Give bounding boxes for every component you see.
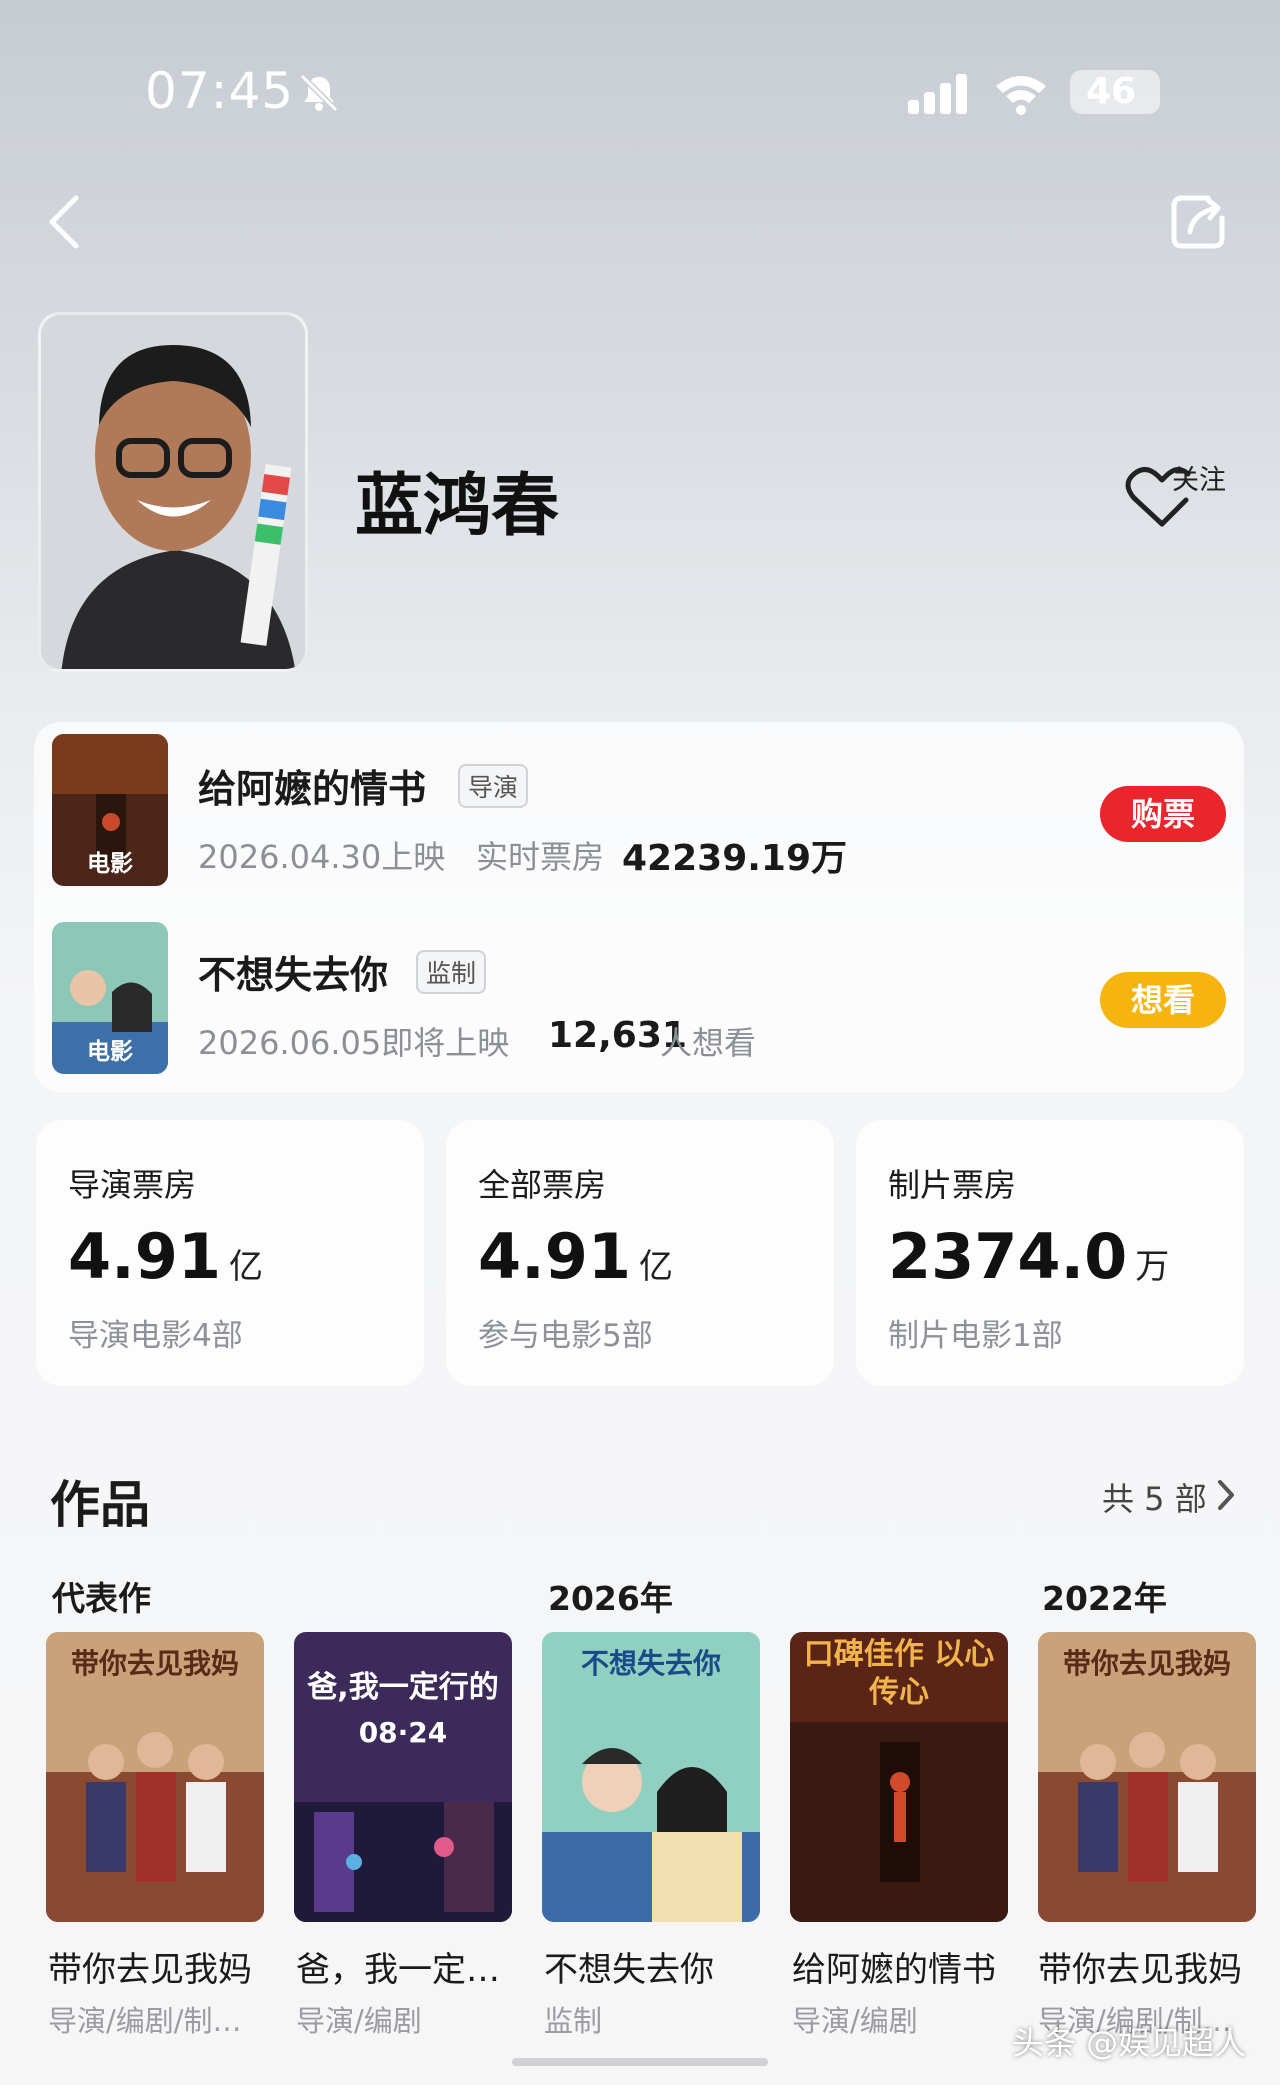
follow-button[interactable]: 关注: [1172, 458, 1226, 497]
film-thumbnail[interactable]: 电影: [52, 922, 168, 1074]
work-title[interactable]: 不想失去你: [544, 1942, 774, 1991]
film-title[interactable]: 给阿嬷的情书: [198, 758, 426, 813]
stat-value-row: 4.91 亿: [68, 1220, 263, 1293]
work-role: 导演/编剧: [792, 2004, 918, 2038]
work-title[interactable]: 爸，我一定…: [296, 1942, 526, 1991]
stat-card-production-box-office[interactable]: 制片票房 2374.0 万 制片电影1部: [856, 1120, 1244, 1386]
stat-card-director-box-office[interactable]: 导演票房 4.91 亿 导演电影4部: [36, 1120, 424, 1386]
stat-subtitle: 导演电影4部: [68, 1318, 243, 1354]
poster-title-art: 口碑佳作 以心传心: [803, 1637, 995, 1710]
work-role: 导演/编剧/制…: [48, 2004, 242, 2038]
home-indicator[interactable]: [512, 2058, 768, 2066]
work-role: 导演/编剧: [296, 2004, 422, 2038]
works-group-label: 2026年: [548, 1579, 673, 1618]
signal-icon: [908, 74, 967, 114]
stat-card-total-box-office[interactable]: 全部票房 4.91 亿 参与电影5部: [446, 1120, 834, 1386]
stat-value: 4.91: [478, 1220, 631, 1293]
stat-unit: 亿: [638, 1247, 673, 1287]
works-count-link[interactable]: 共 5 部: [1102, 1474, 1207, 1520]
stat-value-row: 2374.0 万: [888, 1220, 1169, 1293]
film-poster[interactable]: 不想失去你: [542, 1632, 760, 1922]
film-poster[interactable]: 口碑佳作 以心传心: [790, 1632, 1008, 1922]
stat-unit: 亿: [228, 1247, 263, 1287]
wifi-icon: [996, 76, 1046, 115]
works-section-title: 作品: [50, 1476, 150, 1534]
stat-value-row: 4.91 亿: [478, 1220, 673, 1293]
stat-unit: 万: [1135, 1247, 1170, 1287]
stat-value: 2374.0: [888, 1220, 1128, 1293]
film-poster[interactable]: 带你去见我妈: [1038, 1632, 1256, 1922]
box-office-label: 实时票房: [476, 838, 605, 876]
bell-muted-icon: [299, 73, 339, 113]
battery-level: 46: [1085, 71, 1137, 112]
stat-label: 全部票房: [478, 1166, 607, 1204]
work-role: 监制: [544, 2004, 603, 2038]
watermark: 头条 @娱见超人: [1012, 2024, 1247, 2062]
share-icon[interactable]: [1168, 192, 1228, 252]
film-poster[interactable]: 带你去见我妈: [46, 1632, 264, 1922]
film-role-badge: 监制: [416, 950, 487, 994]
poster-title-art: 爸,我一定行的: [307, 1670, 499, 1705]
box-office-value: 42239.19万: [622, 838, 848, 879]
poster-title-art: 带你去见我妈: [1062, 1647, 1231, 1680]
film-thumbnail[interactable]: 电影: [52, 734, 168, 886]
film-type-tag: 电影: [87, 851, 133, 877]
poster-date: 08·24: [358, 1716, 448, 1749]
work-title[interactable]: 带你去见我妈: [48, 1942, 278, 1991]
stat-label: 导演票房: [68, 1166, 197, 1204]
stat-value: 4.91: [68, 1220, 221, 1293]
want-to-see-label: 人想看: [660, 1024, 757, 1062]
stat-subtitle: 制片电影1部: [888, 1318, 1063, 1354]
work-title[interactable]: 带你去见我妈: [1038, 1942, 1268, 1991]
chevron-right-icon[interactable]: [1216, 1478, 1236, 1512]
stat-label: 制片票房: [888, 1166, 1017, 1204]
want-to-see-button[interactable]: 想看: [1100, 972, 1226, 1028]
film-poster[interactable]: 爸,我一定行的 08·24: [294, 1632, 512, 1922]
poster-title-art: 不想失去你: [580, 1647, 721, 1680]
status-time: 07:45: [145, 62, 295, 120]
stat-subtitle: 参与电影5部: [478, 1318, 653, 1354]
person-name: 蓝鸿春: [355, 467, 560, 546]
works-group-label: 代表作: [52, 1579, 151, 1618]
film-title[interactable]: 不想失去你: [198, 944, 388, 999]
buy-ticket-button[interactable]: 购票: [1100, 786, 1226, 842]
film-release-date: 2026.04.30上映: [198, 838, 446, 876]
chevron-left-icon[interactable]: [44, 192, 84, 252]
work-title[interactable]: 给阿嬷的情书: [792, 1942, 1022, 1991]
poster-title-art: 带你去见我妈: [70, 1647, 239, 1680]
film-role-badge: 导演: [458, 764, 529, 808]
avatar[interactable]: [38, 312, 308, 672]
film-release-date: 2026.06.05即将上映: [198, 1024, 510, 1062]
film-type-tag: 电影: [87, 1039, 133, 1065]
works-group-label: 2022年: [1042, 1579, 1167, 1618]
